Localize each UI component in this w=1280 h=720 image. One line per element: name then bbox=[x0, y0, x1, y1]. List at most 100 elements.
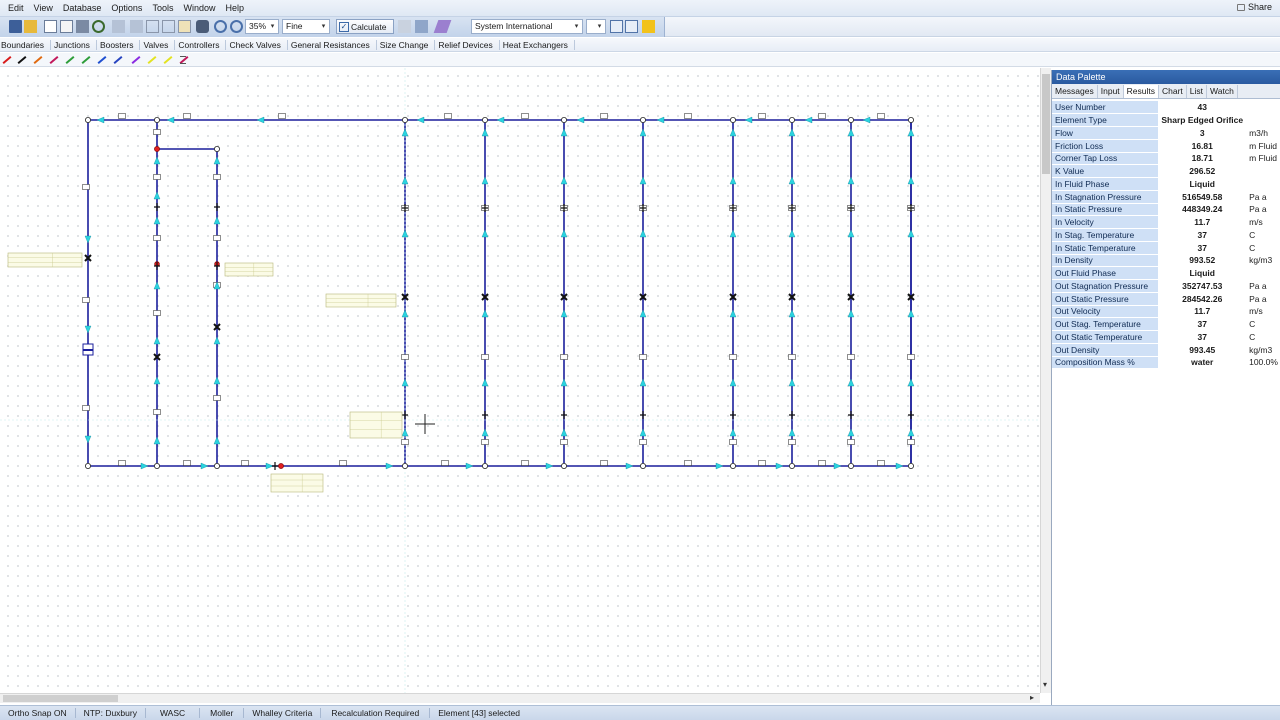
pipe-label[interactable] bbox=[758, 113, 766, 119]
orifice-icon[interactable] bbox=[908, 411, 914, 419]
pipe-label[interactable] bbox=[818, 113, 826, 119]
pipe-color-tool[interactable] bbox=[65, 56, 75, 64]
branch-junction[interactable] bbox=[213, 462, 220, 469]
branch-junction[interactable] bbox=[848, 462, 855, 469]
scroll-down-icon[interactable]: ▾ bbox=[1043, 680, 1047, 689]
result-row[interactable]: Out Stag. Temperature 37 C bbox=[1052, 317, 1280, 331]
result-row[interactable]: In Static Pressure 448349.24 Pa a bbox=[1052, 203, 1280, 217]
result-row[interactable]: Out Static Temperature 37 C bbox=[1052, 330, 1280, 344]
pipe-label[interactable] bbox=[278, 113, 286, 119]
pipe-label[interactable] bbox=[907, 354, 915, 360]
status-moller[interactable]: Moller bbox=[200, 708, 245, 718]
lightning-button[interactable] bbox=[642, 20, 655, 33]
result-row[interactable]: In Fluid Phase Liquid bbox=[1052, 177, 1280, 191]
tab-relief-devices[interactable]: Relief Devices bbox=[437, 39, 500, 50]
pipe-label[interactable] bbox=[183, 113, 191, 119]
orifice-icon[interactable] bbox=[272, 462, 278, 470]
branch-junction[interactable] bbox=[640, 462, 647, 469]
workspace-vertical-scrollbar[interactable]: ▾ bbox=[1040, 68, 1051, 693]
pipe-label[interactable] bbox=[560, 354, 568, 360]
pipe-label[interactable] bbox=[213, 235, 221, 241]
scroll-thumb[interactable] bbox=[1042, 74, 1050, 174]
redo-button[interactable] bbox=[130, 20, 143, 33]
pipe-label[interactable] bbox=[684, 113, 692, 119]
pipe-label[interactable] bbox=[241, 460, 249, 466]
branch-junction[interactable] bbox=[213, 146, 220, 153]
pipe-label[interactable] bbox=[444, 113, 452, 119]
pipe-color-tool[interactable] bbox=[33, 56, 43, 64]
result-row[interactable]: In Velocity 11.7 m/s bbox=[1052, 215, 1280, 229]
tab-boosters[interactable]: Boosters bbox=[99, 39, 141, 50]
pipe-color-tool[interactable] bbox=[147, 56, 157, 64]
pipe-label[interactable] bbox=[153, 235, 161, 241]
pipe-label[interactable] bbox=[118, 113, 126, 119]
help-button[interactable] bbox=[610, 20, 623, 33]
orifice-icon[interactable] bbox=[848, 411, 854, 419]
calculate-button[interactable]: ✓ Calculate bbox=[336, 19, 394, 34]
pipe-label[interactable] bbox=[729, 439, 737, 445]
copy-layout-button[interactable] bbox=[44, 20, 57, 33]
menu-options[interactable]: Options bbox=[107, 3, 146, 13]
menu-window[interactable]: Window bbox=[179, 3, 219, 13]
result-row[interactable]: Out Density 993.45 kg/m3 bbox=[1052, 343, 1280, 357]
pipe-color-tool[interactable] bbox=[2, 56, 12, 64]
tab-check-valves[interactable]: Check Valves bbox=[228, 39, 288, 50]
pipe-label[interactable] bbox=[847, 439, 855, 445]
cut-button[interactable] bbox=[146, 20, 159, 33]
pipe-label[interactable] bbox=[441, 460, 449, 466]
orifice-icon[interactable] bbox=[561, 411, 567, 419]
scroll-thumb[interactable] bbox=[3, 695, 118, 702]
branch-junction[interactable] bbox=[561, 117, 568, 124]
pipe-label[interactable] bbox=[82, 297, 90, 303]
branch-junction[interactable] bbox=[789, 117, 796, 124]
result-row[interactable]: Out Static Pressure 284542.26 Pa a bbox=[1052, 292, 1280, 306]
branch-junction[interactable] bbox=[481, 462, 488, 469]
result-row[interactable]: In Static Temperature 37 C bbox=[1052, 241, 1280, 255]
menu-help[interactable]: Help bbox=[221, 3, 248, 13]
binoculars-button[interactable] bbox=[196, 20, 209, 33]
orifice-icon[interactable] bbox=[402, 411, 408, 419]
save-button[interactable] bbox=[9, 20, 22, 33]
tab-controllers[interactable]: Controllers bbox=[177, 39, 227, 50]
workspace-horizontal-scrollbar[interactable]: ▸ bbox=[0, 693, 1040, 703]
pipe-color-tool[interactable] bbox=[97, 56, 107, 64]
zoom-select[interactable]: 35% ▾ bbox=[245, 19, 279, 34]
pipe-label[interactable] bbox=[758, 460, 766, 466]
pipe-label[interactable] bbox=[907, 439, 915, 445]
pipe-label[interactable] bbox=[788, 439, 796, 445]
pipe-label[interactable] bbox=[600, 460, 608, 466]
orifice-icon[interactable] bbox=[482, 411, 488, 419]
tab-list[interactable]: List bbox=[1187, 85, 1208, 98]
table-button[interactable] bbox=[625, 20, 638, 33]
grid-toggle-icon[interactable] bbox=[180, 56, 186, 64]
pipe-label[interactable] bbox=[788, 354, 796, 360]
branch-junction[interactable] bbox=[789, 462, 796, 469]
pipe-label[interactable] bbox=[481, 439, 489, 445]
status-whalley-criteria[interactable]: Whalley Criteria bbox=[244, 708, 322, 718]
tab-valves[interactable]: Valves bbox=[142, 39, 176, 50]
status-ntp[interactable]: NTP: Duxbury bbox=[76, 708, 146, 718]
zoom-out-button[interactable] bbox=[230, 20, 243, 33]
orifice-icon[interactable] bbox=[730, 411, 736, 419]
pipe-label[interactable] bbox=[600, 113, 608, 119]
quality-select[interactable]: Fine ▾ bbox=[282, 19, 330, 34]
share-button[interactable]: Share bbox=[1236, 2, 1272, 12]
branch-junction[interactable] bbox=[730, 462, 737, 469]
pipe-label[interactable] bbox=[729, 354, 737, 360]
branch-junction[interactable] bbox=[153, 462, 160, 469]
pipe-label[interactable] bbox=[339, 460, 347, 466]
tab-watch[interactable]: Watch bbox=[1207, 85, 1238, 98]
pipe-label[interactable] bbox=[183, 460, 191, 466]
result-row[interactable]: Out Velocity 11.7 m/s bbox=[1052, 305, 1280, 319]
branch-junction[interactable] bbox=[401, 117, 408, 124]
result-row[interactable]: Corner Tap Loss 18.71 m Fluid bbox=[1052, 152, 1280, 166]
workspace-canvas[interactable] bbox=[0, 68, 1040, 693]
pipe-label[interactable] bbox=[401, 354, 409, 360]
pipe-label[interactable] bbox=[684, 460, 692, 466]
print-preview-button[interactable] bbox=[60, 20, 73, 33]
pipe-label[interactable] bbox=[82, 405, 90, 411]
zoom-in-button[interactable] bbox=[214, 20, 227, 33]
pipe-color-tool[interactable] bbox=[17, 56, 27, 64]
orifice-icon[interactable] bbox=[789, 411, 795, 419]
result-row[interactable]: In Density 993.52 kg/m3 bbox=[1052, 254, 1280, 268]
